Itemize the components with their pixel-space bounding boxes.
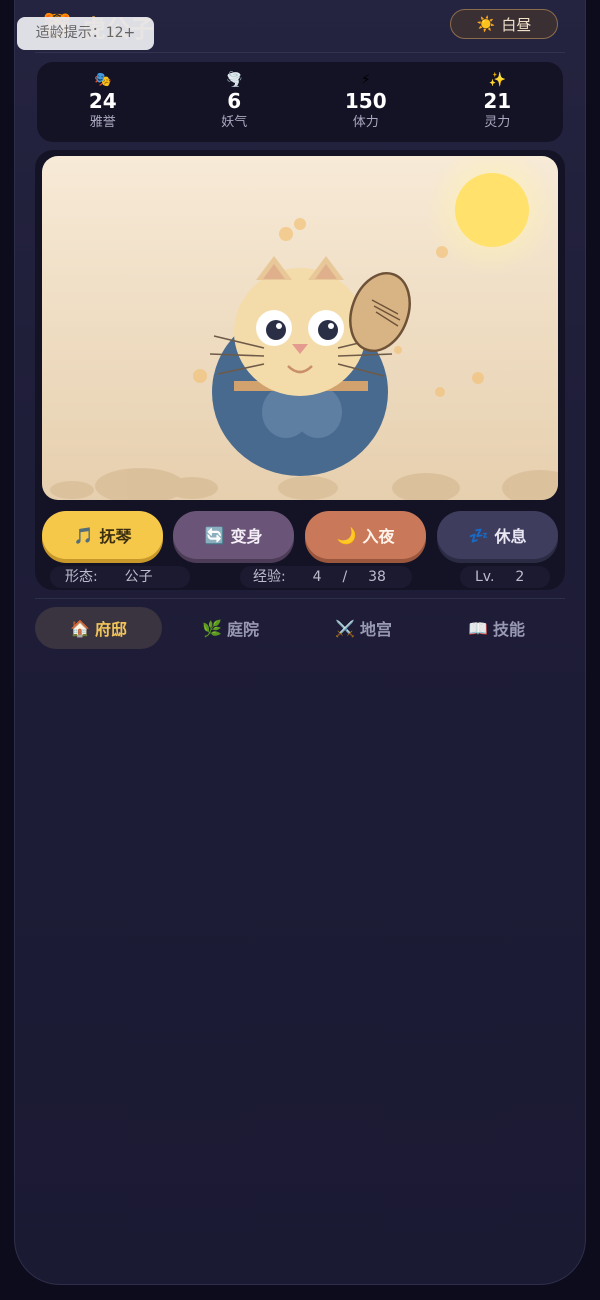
tab-label: 地宫: [359, 620, 392, 639]
stat-label: 体力: [352, 115, 379, 130]
enter-night-button[interactable]: 🌙 入夜: [305, 511, 426, 559]
stat-reputation: 🎭 24 雅誉: [48, 71, 158, 133]
action-label: 抚琴: [99, 527, 132, 546]
cycle-arrows-icon: 🔄: [204, 525, 225, 545]
sun-icon: ☀️: [476, 15, 496, 33]
exp-label: 经验:: [253, 569, 286, 585]
action-label: 入夜: [362, 527, 395, 546]
form-status: 形态: 公子: [50, 566, 190, 588]
level-value: 2: [515, 569, 525, 585]
form-label: 形态:: [65, 569, 98, 585]
book-icon: 📖: [468, 618, 488, 638]
tab-mansion[interactable]: 🏠 府邸: [35, 607, 162, 649]
stage-scene: [42, 156, 558, 500]
character-stage[interactable]: [42, 156, 558, 500]
action-bar: 🎵 抚琴 🔄 变身 🌙 入夜 💤 休息: [42, 511, 558, 561]
transform-button[interactable]: 🔄 变身: [173, 511, 294, 559]
stat-label: 灵力: [484, 115, 511, 130]
stat-value: 6: [227, 89, 242, 113]
crossed-swords-icon: ⚔️: [335, 618, 355, 638]
stat-value: 21: [483, 89, 512, 113]
age-rating-badge: 适龄提示：12+: [17, 17, 154, 50]
sun: [455, 173, 529, 247]
tab-courtyard[interactable]: 🌿 庭院: [167, 607, 294, 649]
tab-skills[interactable]: 📖 技能: [433, 607, 560, 649]
action-label: 休息: [494, 527, 527, 546]
masks-icon: 🎭: [94, 72, 112, 88]
stat-spirit: ✨ 21 灵力: [442, 71, 552, 133]
stat-label: 雅誉: [89, 115, 116, 130]
rest-button[interactable]: 💤 休息: [437, 511, 558, 559]
status-row: 形态: 公子 经验: 4 / 38 Lv. 2: [50, 566, 550, 588]
lightning-icon: ⚡: [360, 72, 371, 88]
sparkles-icon: ✨: [488, 72, 506, 88]
tab-label: 庭院: [226, 620, 259, 639]
tab-label: 技能: [492, 620, 525, 639]
experience-status: 经验: 4 / 38: [240, 566, 412, 588]
exp-separator: /: [342, 569, 348, 585]
sleep-icon: 💤: [468, 525, 489, 545]
stat-demon-aura: 🌪️ 6 妖气: [179, 71, 289, 133]
play-qin-button[interactable]: 🎵 抚琴: [42, 511, 163, 559]
bottom-tabs: 🏠 府邸 🌿 庭院 ⚔️ 地宫 📖 技能: [35, 607, 565, 649]
stat-label: 妖气: [221, 115, 248, 130]
level-status: Lv. 2: [460, 566, 550, 588]
tab-dungeon[interactable]: ⚔️ 地宫: [300, 607, 427, 649]
level-label: Lv.: [475, 569, 495, 585]
moon-icon: 🌙: [336, 525, 357, 545]
exp-max: 38: [368, 569, 386, 585]
tab-label: 府邸: [94, 620, 127, 639]
stat-value: 150: [344, 89, 387, 113]
herb-icon: 🌿: [202, 618, 222, 638]
day-night-label: 白昼: [501, 15, 532, 34]
action-label: 变身: [230, 527, 263, 546]
day-night-toggle-button[interactable]: ☀️ 白昼: [450, 9, 558, 39]
music-note-icon: 🎵: [73, 525, 94, 545]
stat-stamina: ⚡ 150 体力: [311, 71, 421, 133]
form-value: 公子: [124, 569, 153, 585]
stat-value: 24: [88, 89, 117, 113]
exp-current: 4: [312, 569, 322, 585]
header-divider: [35, 52, 565, 53]
house-icon: 🏠: [70, 618, 90, 638]
tornado-icon: 🌪️: [225, 72, 243, 88]
stats-panel: 🎭 24 雅誉 🌪️ 6 妖气 ⚡ 150 体力 ✨ 21 灵力: [37, 62, 563, 142]
section-divider: [35, 598, 565, 599]
